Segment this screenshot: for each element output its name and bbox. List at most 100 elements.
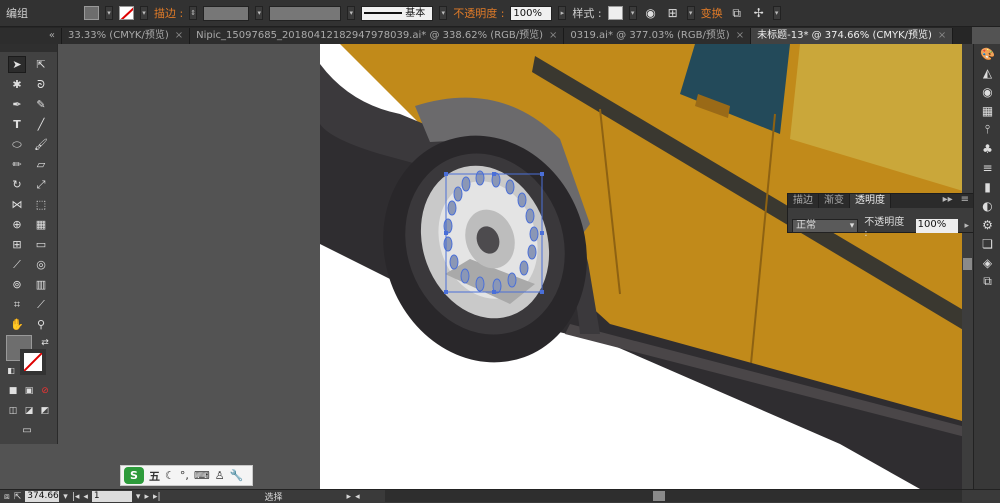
paintbrush-tool-icon[interactable]: 🖌 [32,136,50,153]
curvature-tool-icon[interactable]: ✎ [32,96,50,113]
tab-doc-4[interactable]: 未标题-13* @ 374.66% (CMYK/预览) × [751,28,954,44]
direct-selection-tool-icon[interactable]: ⇱ [32,56,50,73]
artboard-tool-icon[interactable]: ⌗ [8,296,26,313]
symbol-sprayer-tool-icon[interactable]: ⊚ [8,276,26,293]
zoom-field[interactable]: 374.66 [25,491,60,502]
screen-mode-icon[interactable]: ▭ [18,422,36,439]
close-icon[interactable]: × [175,28,183,44]
opacity-label[interactable]: 不透明度 : [453,5,504,21]
stroke-color-box[interactable] [20,349,46,375]
first-page-icon[interactable]: |◂ [72,492,80,502]
tab-stroke[interactable]: 描边 [788,194,819,208]
stroke-weight-stepper[interactable]: ⇕ [189,6,198,20]
moon-icon[interactable]: ☾ [165,469,175,482]
tab-gradient[interactable]: 渐变 [819,194,850,208]
style-swatch[interactable] [607,6,623,20]
variable-width-field[interactable] [269,5,342,21]
tab-doc-1[interactable]: 33.33% (CMYK/预览) × [62,28,191,44]
last-page-icon[interactable]: ▸| [153,492,161,502]
stroke-swatch[interactable] [119,6,134,20]
close-icon[interactable]: × [736,28,744,44]
line-tool-icon[interactable]: ╱ [32,116,50,133]
align-dropdown[interactable]: ▾ [686,6,695,20]
tab-transparency[interactable]: 透明度 [850,194,891,208]
recolor-panel-icon[interactable]: ◉ [974,82,1000,101]
artboards-icon[interactable]: ⧉ [974,272,1000,291]
appearance-icon[interactable]: ⚙ [974,215,1000,234]
tools-panel-header[interactable] [0,44,57,52]
blend-mode-select[interactable]: 正常 [792,219,859,233]
blend-tool-icon[interactable]: ◎ [32,256,50,273]
vertical-scrollbar[interactable] [962,44,973,489]
tab-doc-3[interactable]: 0319.ai* @ 377.03% (RGB/预览) × [564,28,752,44]
column-graph-tool-icon[interactable]: ▥ [32,276,50,293]
arrange-dropdown[interactable]: ▾ [772,6,781,20]
magic-wand-tool-icon[interactable]: ✱ [8,76,26,93]
artboard[interactable] [320,44,973,489]
symbols-icon[interactable]: ♣ [974,139,1000,158]
tab-doc-2[interactable]: Nipic_15097685_20180412182947978039.ai* … [190,28,565,44]
stroke-weight-dropdown[interactable]: ▾ [255,6,264,20]
page-dropdown[interactable]: ▾ [136,492,141,502]
isolate-icon[interactable]: ⧉ [729,5,745,21]
opacity-field[interactable]: 100% [510,5,553,21]
close-icon[interactable]: × [549,28,557,44]
pen-tool-icon[interactable]: ✒ [8,96,26,113]
mesh-tool-icon[interactable]: ⊞ [8,236,26,253]
rotate-tool-icon[interactable]: ↻ [8,176,26,193]
color-guide-icon[interactable]: ◭ [974,63,1000,82]
next-page-icon[interactable]: ▸ [144,492,149,502]
car-illustration[interactable] [320,44,973,489]
none-mode-icon[interactable]: ⊘ [36,382,54,399]
arrange-icon[interactable]: ✢ [751,5,767,21]
fill-dropdown[interactable]: ▾ [105,6,113,20]
panel-opacity-field[interactable]: 100% [915,219,959,233]
pencil-tool-icon[interactable]: ✏ [8,156,26,173]
brushes-icon[interactable]: ⫯ [974,120,1000,139]
color-panel-icon[interactable]: 🎨 [974,44,1000,63]
opacity-arrow[interactable]: ▸ [558,6,567,20]
hand-tool-icon[interactable]: ✋ [8,316,26,333]
panel-collapse-icon[interactable]: ▸▸ [939,194,957,208]
default-colors-icon[interactable]: ◧ [2,362,20,379]
variable-width-dropdown[interactable]: ▾ [347,6,356,20]
type-tool-icon[interactable]: T [8,116,26,133]
layers-icon[interactable]: ◈ [974,253,1000,272]
swatches-icon[interactable]: ▦ [974,101,1000,120]
artboard-nav-icon[interactable]: ⧈ [4,492,10,502]
align-icon[interactable]: ⊞ [665,5,681,21]
stroke-style-field[interactable]: 基本 [361,5,434,21]
status-arrow[interactable]: ▸ [347,492,352,502]
eyedropper-tool-icon[interactable]: ⟋ [8,256,26,273]
stroke-weight-label[interactable]: 描边 : [154,5,183,21]
share-icon[interactable]: ⇱ [14,492,22,502]
graphic-styles-icon[interactable]: ❏ [974,234,1000,253]
hscroll-left[interactable]: ◂ [355,492,360,502]
shape-builder-tool-icon[interactable]: ⊕ [8,216,26,233]
gradient-panel-icon[interactable]: ▮ [974,177,1000,196]
zoom-dropdown[interactable]: ▾ [63,492,68,502]
transform-link[interactable]: 变换 [701,5,723,21]
pasteboard[interactable] [58,44,320,489]
ime-mode[interactable]: 五 [149,468,160,484]
scale-tool-icon[interactable]: ⤢ [32,176,50,193]
slice-tool-icon[interactable]: ⟋ [32,296,50,313]
stroke-style-dropdown[interactable]: ▾ [439,6,448,20]
lasso-tool-icon[interactable]: ᘐ [32,76,50,93]
wrench-icon[interactable]: 🔧 [230,469,244,482]
zoom-tool-icon[interactable]: ⚲ [32,316,50,333]
close-icon[interactable]: × [938,28,946,44]
user-icon[interactable]: ♙ [215,469,225,482]
selection-tool-icon[interactable]: ➤ [8,56,26,73]
draw-inside-icon[interactable]: ◩ [36,402,54,419]
vertical-scroll-thumb[interactable] [963,258,972,270]
stroke-weight-field[interactable] [203,5,250,21]
prev-page-icon[interactable]: ◂ [83,492,88,502]
width-tool-icon[interactable]: ⋈ [8,196,26,213]
ime-logo[interactable]: S [124,467,144,484]
horizontal-scroll-thumb[interactable] [653,491,665,501]
punctuation-icon[interactable]: °, [180,469,189,482]
panel-menu-icon[interactable]: ≡ [957,194,973,208]
tab-collapse[interactable]: « [0,28,62,44]
transparency-panel-icon[interactable]: ◐ [974,196,1000,215]
